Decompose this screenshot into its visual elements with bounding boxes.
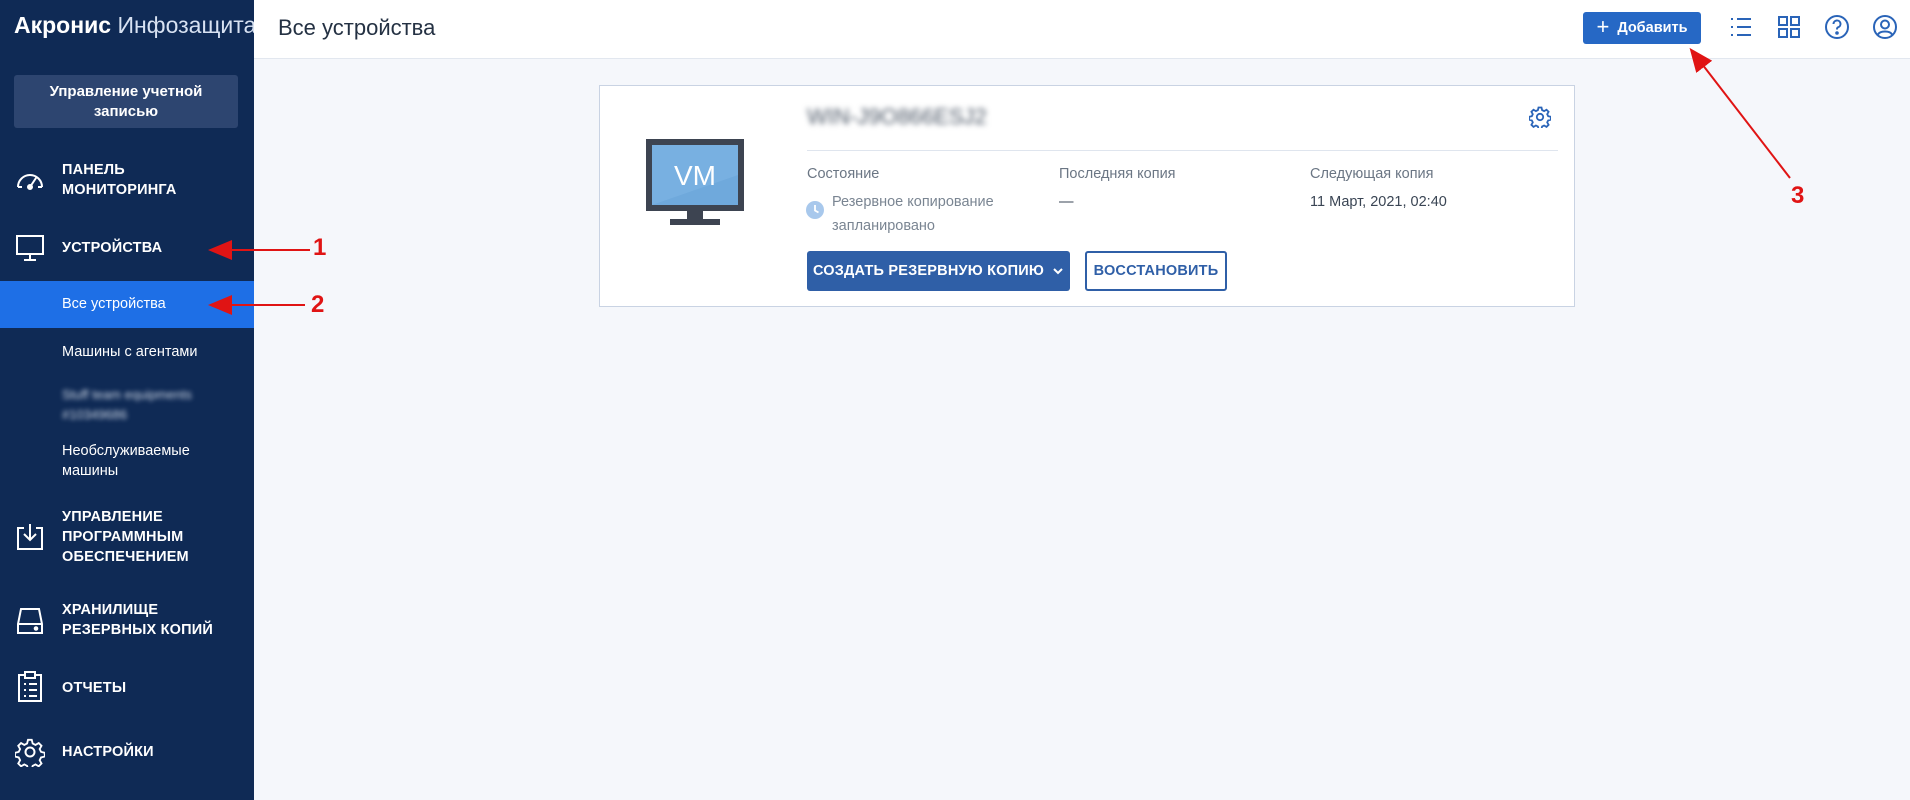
nav-settings-label: НАСТРОЙКИ bbox=[62, 744, 154, 760]
software-download-icon bbox=[14, 521, 46, 553]
reports-icon bbox=[14, 671, 46, 703]
annotation-arrow-3 bbox=[1689, 47, 1791, 179]
nav-dashboard[interactable]: ПАНЕЛЬ МОНИТОРИНГА bbox=[0, 160, 254, 202]
next-backup-value: 11 Март, 2021, 02:40 bbox=[1310, 194, 1447, 210]
create-backup-label: СОЗДАТЬ РЕЗЕРВНУЮ КОПИЮ bbox=[812, 263, 1045, 279]
sidebar: Акронис Инфозащита Управление учетной за… bbox=[0, 0, 256, 800]
dashboard-icon bbox=[14, 165, 46, 197]
user-icon[interactable] bbox=[1872, 14, 1898, 40]
brand-name-bold: Акронис bbox=[14, 12, 112, 38]
storage-icon bbox=[14, 605, 46, 637]
gear-icon[interactable] bbox=[1528, 106, 1552, 133]
nav-backup-storage[interactable]: ХРАНИЛИЩЕ РЕЗЕРВНЫХ КОПИЙ bbox=[0, 600, 254, 642]
page-title: Все устройства bbox=[278, 15, 436, 40]
account-management-button[interactable]: Управление учетной записью bbox=[14, 75, 238, 128]
add-button[interactable]: + Добавить bbox=[1583, 12, 1701, 44]
sidebar-item-unmanaged-machines[interactable]: Необслуживаемые машины bbox=[0, 440, 254, 484]
annotation-number-2: 2 bbox=[311, 291, 325, 318]
nav-software-label: УПРАВЛЕНИЕ ПРОГРАММНЫМ ОБЕСПЕЧЕНИЕМ bbox=[62, 509, 189, 565]
status-label: Состояние bbox=[807, 166, 880, 182]
list-view-icon[interactable] bbox=[1728, 14, 1754, 40]
nav-settings[interactable]: НАСТРОЙКИ bbox=[0, 738, 254, 767]
last-backup-value: — bbox=[1059, 194, 1074, 210]
create-backup-button[interactable]: СОЗДАТЬ РЕЗЕРВНУЮ КОПИЮ bbox=[807, 251, 1070, 291]
nav-devices[interactable]: УСТРОЙСТВА bbox=[0, 235, 254, 261]
annotation-number-3: 3 bbox=[1791, 182, 1805, 209]
nav-devices-label: УСТРОЙСТВА bbox=[62, 240, 163, 256]
next-backup-label: Следующая копия bbox=[1310, 166, 1434, 182]
sidebar-item-team-group[interactable]: Stuff team equipments #10349686 bbox=[0, 383, 254, 427]
sidebar-item-label: Машины с агентами bbox=[62, 344, 198, 360]
sidebar-item-label: Все устройства bbox=[62, 296, 166, 312]
device-name[interactable]: WIN-J9O866ESJ2 bbox=[807, 104, 987, 130]
restore-button[interactable]: ВОССТАНОВИТЬ bbox=[1085, 251, 1227, 291]
settings-icon bbox=[14, 736, 46, 768]
nav-storage-label: ХРАНИЛИЩЕ РЕЗЕРВНЫХ КОПИЙ bbox=[62, 602, 214, 638]
grid-view-icon[interactable] bbox=[1776, 14, 1802, 40]
nav-software-management[interactable]: УПРАВЛЕНИЕ ПРОГРАММНЫМ ОБЕСПЕЧЕНИЕМ bbox=[0, 507, 254, 569]
device-card[interactable]: VM WIN-J9O866ESJ2 Состояние Резервное ко… bbox=[599, 85, 1575, 307]
help-icon[interactable] bbox=[1824, 14, 1850, 40]
plus-icon: + bbox=[1596, 14, 1610, 39]
sidebar-item-label: Stuff team equipments #10349686 bbox=[62, 387, 192, 422]
last-backup-label: Последняя копия bbox=[1059, 166, 1176, 182]
topbar: Все устройства + Добавить bbox=[254, 0, 1910, 59]
restore-button-label: ВОССТАНОВИТЬ bbox=[1093, 263, 1219, 279]
brand-name-light: Инфозащита bbox=[117, 12, 257, 38]
monitor-icon bbox=[14, 232, 46, 264]
sidebar-item-all-devices[interactable]: Все устройства bbox=[0, 281, 254, 328]
clock-icon bbox=[805, 200, 825, 225]
add-button-label: Добавить bbox=[1617, 20, 1688, 36]
vm-label: VM bbox=[674, 160, 716, 191]
nav-dashboard-label: ПАНЕЛЬ МОНИТОРИНГА bbox=[62, 162, 177, 198]
sidebar-item-machines-with-agents[interactable]: Машины с агентами bbox=[0, 338, 254, 368]
nav-reports-label: ОТЧЕТЫ bbox=[62, 680, 127, 696]
annotation-number-1: 1 bbox=[313, 234, 327, 261]
nav-reports[interactable]: ОТЧЕТЫ bbox=[0, 671, 254, 702]
sidebar-item-label: Необслуживаемые машины bbox=[62, 443, 190, 479]
virtual-machine-icon: VM bbox=[646, 139, 744, 230]
status-value: Резервное копирование запланировано bbox=[832, 194, 994, 234]
chevron-down-icon bbox=[1052, 263, 1064, 279]
card-divider bbox=[807, 150, 1558, 151]
brand-logo: Акронис Инфозащита bbox=[14, 12, 256, 39]
